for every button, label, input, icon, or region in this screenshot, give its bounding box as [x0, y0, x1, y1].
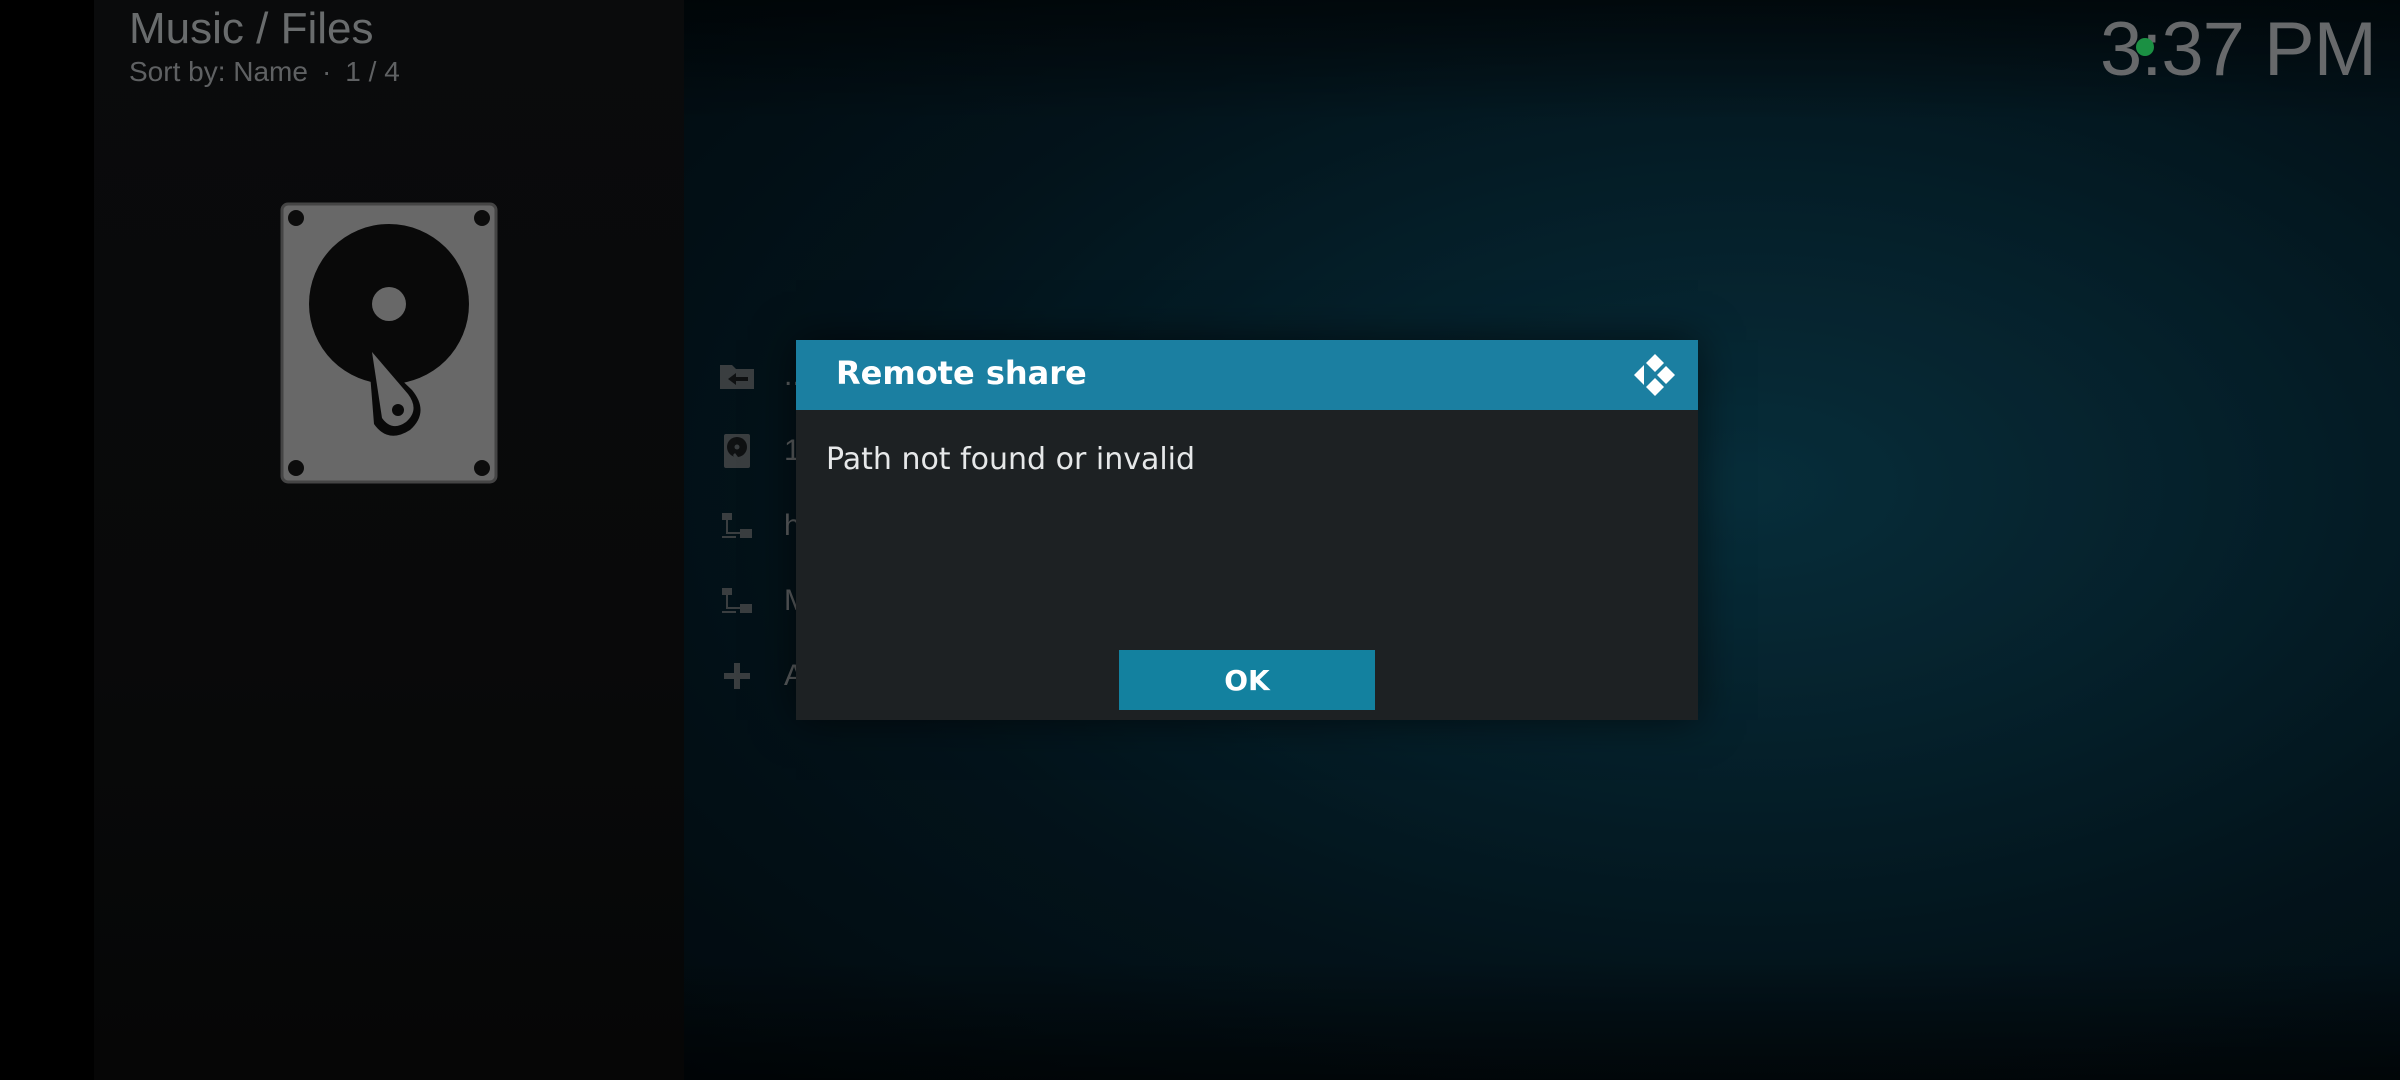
- network-icon: [708, 506, 766, 546]
- folder-back-icon: [708, 356, 766, 396]
- dialog-header: Remote share: [796, 340, 1698, 410]
- hard-drive-artwork-icon: [280, 202, 498, 484]
- page-title: Music / Files: [129, 4, 374, 53]
- dialog-message: Path not found or invalid: [826, 442, 1196, 477]
- item-position: 1 / 4: [345, 56, 400, 87]
- network-icon: [708, 581, 766, 621]
- plus-icon: [708, 656, 766, 696]
- sort-info[interactable]: Sort by: Name · 1 / 4: [129, 56, 400, 88]
- left-info-panel: [94, 0, 684, 1080]
- ok-button[interactable]: OK: [1119, 650, 1375, 710]
- kodi-screen: Music / Files Sort by: Name · 1 / 4 3:37 P…: [0, 0, 2400, 1080]
- separator: ·: [321, 56, 332, 87]
- hard-drive-icon: [708, 431, 766, 471]
- dialog-title: Remote share: [836, 354, 1087, 392]
- status-indicator: [2136, 38, 2154, 56]
- sort-label: Sort by: Name: [129, 56, 308, 87]
- remote-share-dialog: Remote share Path not found or invalid O…: [796, 340, 1698, 720]
- kodi-logo-icon: [1634, 354, 1675, 396]
